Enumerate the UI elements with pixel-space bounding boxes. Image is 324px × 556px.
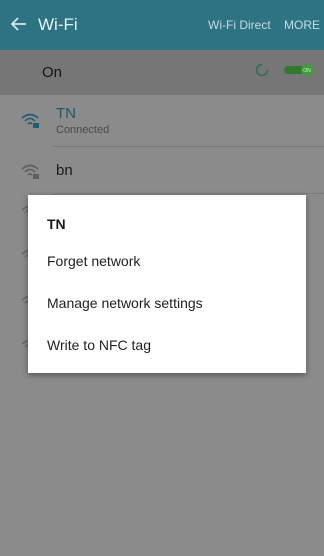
app-bar: Wi-Fi Wi-Fi Direct MORE	[0, 0, 324, 50]
more-button[interactable]: MORE	[284, 18, 320, 32]
network-item-bn[interactable]	[0, 147, 324, 193]
wifi-switch-label: On	[42, 64, 63, 81]
wifi-toggle-switch[interactable]: ON	[283, 64, 315, 76]
wifi-direct-button[interactable]: Wi-Fi Direct	[208, 18, 271, 32]
manage-network-settings-option[interactable]: Manage network settings	[47, 295, 203, 311]
network-ssid: TN	[56, 105, 76, 122]
refresh-spinner-icon	[255, 63, 269, 77]
network-ssid: bn	[56, 162, 73, 179]
wifi-switch-row[interactable]: On	[0, 50, 324, 95]
forget-network-option[interactable]: Forget network	[47, 253, 140, 269]
write-to-nfc-tag-option[interactable]: Write to NFC tag	[47, 337, 151, 353]
back-arrow-icon[interactable]	[8, 13, 30, 35]
wifi-secure-icon	[21, 164, 39, 179]
dialog-title: TN	[47, 216, 66, 232]
network-item-tn[interactable]	[0, 95, 324, 147]
page-title: Wi-Fi	[38, 15, 78, 34]
wifi-secure-icon	[21, 113, 39, 128]
divider	[52, 193, 324, 194]
network-options-dialog: TN Forget network Manage network setting…	[28, 195, 306, 373]
network-status: Connected	[56, 124, 110, 136]
toggle-on-text: ON	[303, 68, 311, 74]
